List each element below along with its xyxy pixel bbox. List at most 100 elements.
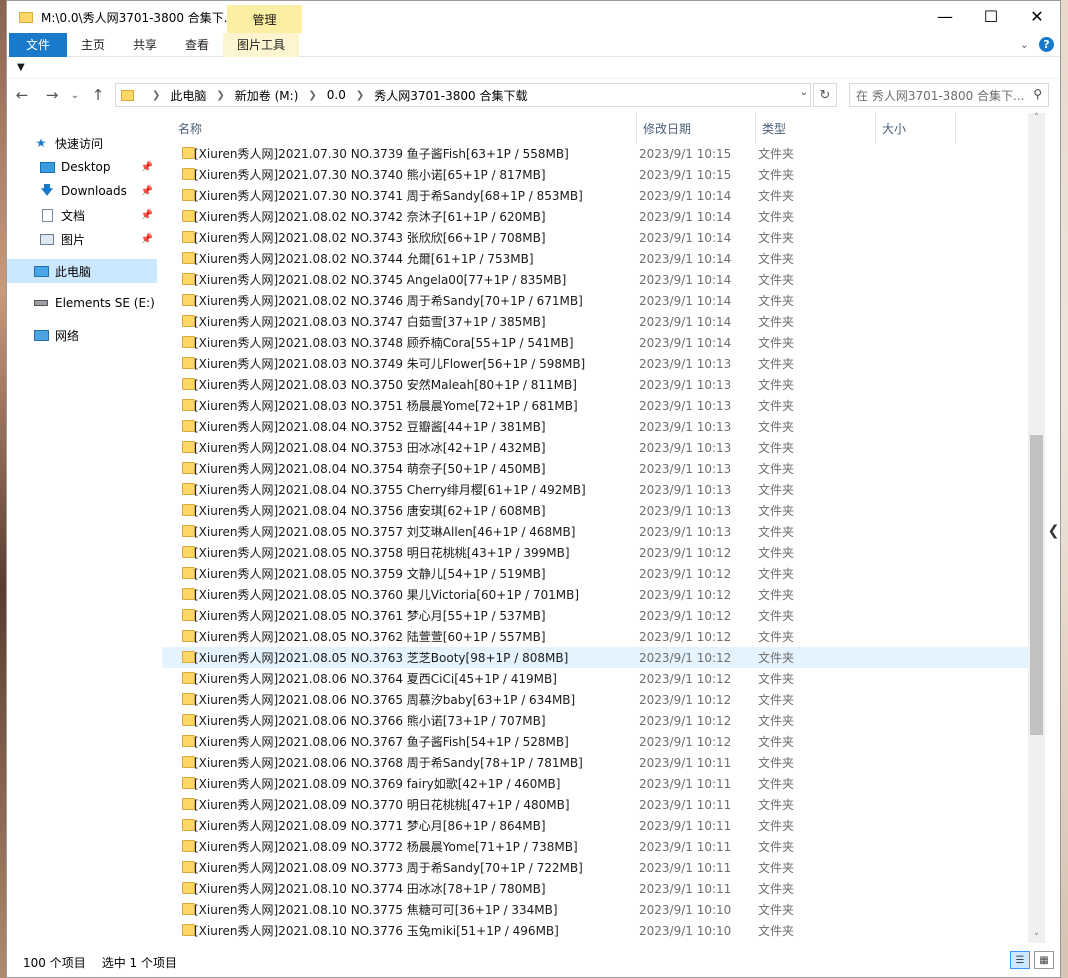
up-icon[interactable]: ↑ xyxy=(83,86,113,104)
file-name: [Xiuren秀人网]2021.08.03 NO.3751 杨晨晨Yome[72… xyxy=(194,399,578,413)
chevron-right-icon[interactable]: ❯ xyxy=(152,90,160,101)
file-row[interactable]: [Xiuren秀人网]2021.08.06 NO.3766 熊小诺[73+1P … xyxy=(162,710,1037,731)
file-row[interactable]: [Xiuren秀人网]2021.08.02 NO.3745 Angela00[7… xyxy=(162,269,1037,290)
computer-icon xyxy=(33,264,49,278)
file-row[interactable]: [Xiuren秀人网]2021.08.06 NO.3764 夏西CiCi[45+… xyxy=(162,668,1037,689)
file-row[interactable]: [Xiuren秀人网]2021.08.03 NO.3749 朱可儿Flower[… xyxy=(162,353,1037,374)
column-name[interactable]: 名称 xyxy=(172,113,637,143)
file-row[interactable]: [Xiuren秀人网]2021.08.05 NO.3762 陆萱萱[60+1P … xyxy=(162,626,1037,647)
file-row[interactable]: [Xiuren秀人网]2021.08.04 NO.3754 萌奈子[50+1P … xyxy=(162,458,1037,479)
forward-icon[interactable]: → xyxy=(37,86,67,104)
column-size[interactable]: 大小 xyxy=(876,113,956,143)
close-icon[interactable]: ✕ xyxy=(1014,1,1060,31)
file-row[interactable]: [Xiuren秀人网]2021.08.02 NO.3743 张欣欣[66+1P … xyxy=(162,227,1037,248)
scroll-up-icon[interactable]: ˄ xyxy=(1028,113,1045,123)
quick-access-dropdown-icon[interactable]: ▼ xyxy=(17,62,25,73)
file-row[interactable]: [Xiuren秀人网]2021.08.05 NO.3763 芝芝Booty[98… xyxy=(162,647,1037,668)
file-row[interactable]: [Xiuren秀人网]2021.08.09 NO.3771 梦心月[86+1P … xyxy=(162,815,1037,836)
scrollbar-thumb[interactable] xyxy=(1030,435,1043,735)
file-row[interactable]: [Xiuren秀人网]2021.07.30 NO.3740 熊小诺[65+1P … xyxy=(162,164,1037,185)
search-input[interactable]: 在 秀人网3701-3800 合集下... ⚲ xyxy=(849,83,1049,107)
file-row[interactable]: [Xiuren秀人网]2021.08.02 NO.3744 允爾[61+1P /… xyxy=(162,248,1037,269)
expand-ribbon-icon[interactable]: ⌄ xyxy=(1020,38,1029,51)
column-date[interactable]: 修改日期 xyxy=(637,113,756,143)
file-row[interactable]: [Xiuren秀人网]2021.08.05 NO.3761 梦心月[55+1P … xyxy=(162,605,1037,626)
file-row[interactable]: [Xiuren秀人网]2021.08.04 NO.3756 唐安琪[62+1P … xyxy=(162,500,1037,521)
file-type: 文件夹 xyxy=(758,735,795,749)
file-row[interactable]: [Xiuren秀人网]2021.08.03 NO.3750 安然Maleah[8… xyxy=(162,374,1037,395)
tab-picture-tools[interactable]: 图片工具 xyxy=(223,32,300,57)
file-name: [Xiuren秀人网]2021.08.02 NO.3742 奈沐子[61+1P … xyxy=(194,210,546,224)
file-type: 文件夹 xyxy=(758,273,795,287)
tab-view[interactable]: 查看 xyxy=(171,33,223,57)
nav-pictures[interactable]: 图片 📌 xyxy=(7,227,157,251)
breadcrumb-current[interactable]: 秀人网3701-3800 合集下载 xyxy=(374,87,527,104)
file-row[interactable]: [Xiuren秀人网]2021.08.04 NO.3753 田冰冰[42+1P … xyxy=(162,437,1037,458)
column-type[interactable]: 类型 xyxy=(756,113,876,143)
tab-home[interactable]: 主页 xyxy=(67,33,119,57)
item-count: 100 个项目 xyxy=(23,955,86,970)
file-row[interactable]: [Xiuren秀人网]2021.08.04 NO.3752 豆瓣酱[44+1P … xyxy=(162,416,1037,437)
help-icon[interactable]: ? xyxy=(1039,37,1054,52)
collapse-pane-icon[interactable]: ❮ xyxy=(1046,511,1061,551)
chevron-right-icon[interactable]: ❯ xyxy=(216,90,224,101)
file-row[interactable]: [Xiuren秀人网]2021.08.03 NO.3751 杨晨晨Yome[72… xyxy=(162,395,1037,416)
nav-quick-access[interactable]: ★ 快速访问 xyxy=(7,131,157,155)
file-row[interactable]: [Xiuren秀人网]2021.08.10 NO.3776 玉兔miki[51+… xyxy=(162,920,1037,941)
search-icon[interactable]: ⚲ xyxy=(1033,87,1042,101)
file-row[interactable]: [Xiuren秀人网]2021.08.06 NO.3767 鱼子酱Fish[54… xyxy=(162,731,1037,752)
file-row[interactable]: [Xiuren秀人网]2021.08.09 NO.3770 明日花桃桃[47+1… xyxy=(162,794,1037,815)
file-row[interactable]: [Xiuren秀人网]2021.08.02 NO.3742 奈沐子[61+1P … xyxy=(162,206,1037,227)
file-name: [Xiuren秀人网]2021.08.04 NO.3755 Cherry绯月樱[… xyxy=(194,483,586,497)
breadcrumb-drive[interactable]: 新加卷 (M:) xyxy=(235,87,299,104)
tab-share[interactable]: 共享 xyxy=(119,33,171,57)
file-row[interactable]: [Xiuren秀人网]2021.08.06 NO.3768 周于希Sandy[7… xyxy=(162,752,1037,773)
file-row[interactable]: [Xiuren秀人网]2021.07.30 NO.3739 鱼子酱Fish[63… xyxy=(162,143,1037,164)
file-date: 2023/9/1 10:15 xyxy=(639,167,732,182)
scroll-down-icon[interactable]: ˅ xyxy=(1028,933,1045,943)
address-dropdown-icon[interactable]: ⌄ xyxy=(800,87,808,98)
picture-icon xyxy=(39,232,55,246)
file-row[interactable]: [Xiuren秀人网]2021.08.05 NO.3759 文静儿[54+1P … xyxy=(162,563,1037,584)
file-row[interactable]: [Xiuren秀人网]2021.08.04 NO.3755 Cherry绯月樱[… xyxy=(162,479,1037,500)
nav-network[interactable]: 网络 xyxy=(7,323,157,347)
search-placeholder: 在 秀人网3701-3800 合集下... xyxy=(856,88,1025,103)
nav-downloads[interactable]: 🡇 Downloads 📌 xyxy=(7,179,157,203)
nav-drive[interactable]: Elements SE (E:) xyxy=(7,291,157,315)
back-icon[interactable]: ← xyxy=(7,86,37,104)
nav-label: Downloads xyxy=(61,184,127,198)
chevron-right-icon[interactable]: ❯ xyxy=(308,90,316,101)
file-date: 2023/9/1 10:10 xyxy=(639,923,732,938)
maximize-icon[interactable]: ☐ xyxy=(968,1,1014,31)
nav-documents[interactable]: 文档 📌 xyxy=(7,203,157,227)
file-row[interactable]: [Xiuren秀人网]2021.07.30 NO.3741 周于希Sandy[6… xyxy=(162,185,1037,206)
file-name: [Xiuren秀人网]2021.08.05 NO.3761 梦心月[55+1P … xyxy=(194,609,546,623)
file-row[interactable]: [Xiuren秀人网]2021.08.09 NO.3769 fairy如歌[42… xyxy=(162,773,1037,794)
file-row[interactable]: [Xiuren秀人网]2021.08.06 NO.3765 周慕汐baby[63… xyxy=(162,689,1037,710)
vertical-scrollbar[interactable]: ˄ ˅ xyxy=(1028,113,1045,943)
details-view-icon[interactable]: ☰ xyxy=(1010,951,1030,969)
file-row[interactable]: [Xiuren秀人网]2021.08.05 NO.3760 果儿Victoria… xyxy=(162,584,1037,605)
breadcrumb-folder[interactable]: 0.0 xyxy=(327,88,346,102)
large-icons-view-icon[interactable]: ▦ xyxy=(1034,951,1054,969)
file-row[interactable]: [Xiuren秀人网]2021.08.10 NO.3775 焦糖可可[36+1P… xyxy=(162,899,1037,920)
file-row[interactable]: [Xiuren秀人网]2021.08.09 NO.3772 杨晨晨Yome[71… xyxy=(162,836,1037,857)
chevron-right-icon[interactable]: ❯ xyxy=(356,90,364,101)
file-row[interactable]: [Xiuren秀人网]2021.08.10 NO.3774 田冰冰[78+1P … xyxy=(162,878,1037,899)
nav-label: 网络 xyxy=(55,328,80,343)
address-bar[interactable]: ❯ 此电脑 ❯ 新加卷 (M:) ❯ 0.0 ❯ 秀人网3701-3800 合集下载 ⌄ xyxy=(115,83,811,107)
tab-file[interactable]: 文件 xyxy=(9,32,67,57)
file-row[interactable]: [Xiuren秀人网]2021.08.03 NO.3747 白茹雪[37+1P … xyxy=(162,311,1037,332)
breadcrumb-this-pc[interactable]: 此电脑 xyxy=(170,87,206,104)
file-row[interactable]: [Xiuren秀人网]2021.08.03 NO.3748 顾乔楠Cora[55… xyxy=(162,332,1037,353)
minimize-icon[interactable]: — xyxy=(922,1,968,31)
nav-desktop[interactable]: Desktop 📌 xyxy=(7,155,157,179)
tab-manage[interactable]: 管理 xyxy=(227,5,302,33)
file-row[interactable]: [Xiuren秀人网]2021.08.05 NO.3757 刘艾琳Allen[4… xyxy=(162,521,1037,542)
recent-locations-icon[interactable]: ⌄ xyxy=(67,90,83,101)
file-row[interactable]: [Xiuren秀人网]2021.08.05 NO.3758 明日花桃桃[43+1… xyxy=(162,542,1037,563)
refresh-icon[interactable]: ↻ xyxy=(813,83,837,107)
file-row[interactable]: [Xiuren秀人网]2021.08.09 NO.3773 周于希Sandy[7… xyxy=(162,857,1037,878)
nav-this-pc[interactable]: 此电脑 xyxy=(7,259,157,283)
file-row[interactable]: [Xiuren秀人网]2021.08.02 NO.3746 周于希Sandy[7… xyxy=(162,290,1037,311)
